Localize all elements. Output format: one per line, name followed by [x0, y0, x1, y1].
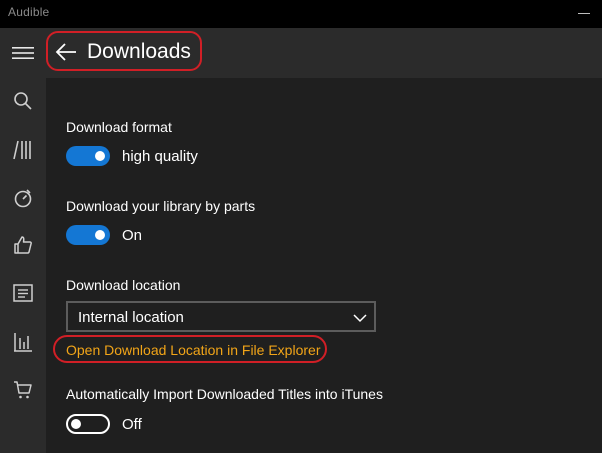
download-location-label: Download location — [66, 277, 181, 293]
toggle-knob — [95, 151, 105, 161]
page-header: Downloads — [46, 28, 602, 78]
toggle-knob — [71, 419, 81, 429]
download-format-toggle-text: high quality — [122, 148, 198, 165]
back-arrow-icon[interactable] — [55, 41, 77, 63]
toggle-knob — [95, 230, 105, 240]
download-by-parts-toggle[interactable] — [66, 225, 110, 245]
itunes-import-toggle-text: Off — [122, 416, 142, 433]
stats-icon[interactable] — [11, 330, 35, 354]
download-location-value: Internal location — [78, 309, 184, 326]
settings-panel: Download format high quality Download yo… — [46, 78, 602, 453]
title-bar: Audible — [0, 0, 602, 28]
download-format-label: Download format — [66, 119, 172, 135]
thumbs-up-icon[interactable] — [11, 233, 35, 257]
list-icon[interactable] — [11, 281, 35, 305]
page-title: Downloads — [87, 40, 191, 63]
hamburger-menu-icon[interactable] — [11, 41, 35, 65]
chevron-down-icon — [353, 311, 367, 325]
download-location-select[interactable]: Internal location — [66, 301, 376, 332]
sidebar — [0, 28, 46, 453]
library-icon[interactable] — [11, 138, 35, 162]
download-by-parts-toggle-text: On — [122, 227, 143, 244]
app-title: Audible — [8, 5, 50, 19]
open-download-location-link[interactable]: Open Download Location in File Explorer — [66, 342, 320, 358]
download-format-toggle[interactable] — [66, 146, 110, 166]
cart-icon[interactable] — [11, 378, 35, 402]
app-window: Audible Downloads Download format high q… — [0, 0, 602, 453]
timer-icon[interactable] — [11, 186, 35, 210]
itunes-import-toggle[interactable] — [66, 414, 110, 434]
search-icon[interactable] — [11, 89, 35, 113]
itunes-import-label: Automatically Import Downloaded Titles i… — [66, 386, 383, 402]
minimize-button[interactable] — [578, 8, 590, 20]
download-by-parts-label: Download your library by parts — [66, 198, 256, 214]
